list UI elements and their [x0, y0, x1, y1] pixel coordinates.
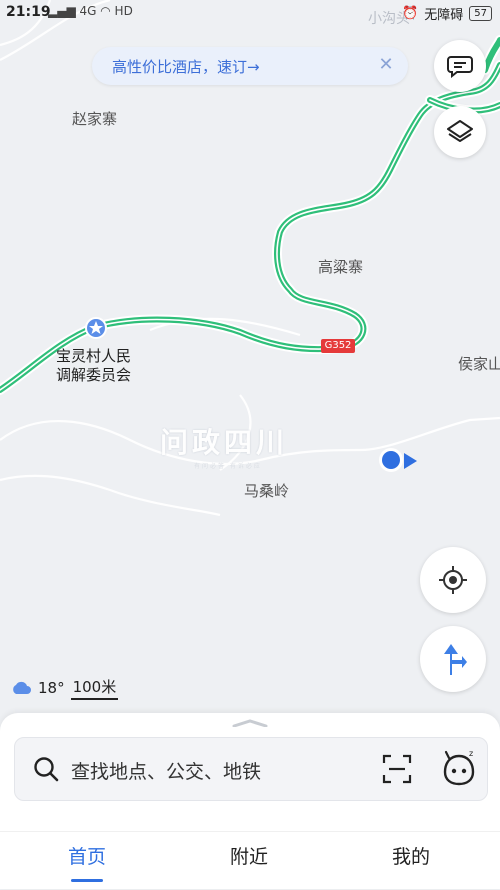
- tab-home[interactable]: 首页: [37, 842, 137, 869]
- signal-icon: ▂▄▆ 4G ◠ HD: [48, 4, 133, 18]
- alarm-icon: ⏰: [402, 6, 419, 21]
- accessibility-label: 无障碍: [424, 8, 464, 23]
- navigate-icon: [444, 644, 467, 675]
- scale-bar: 100米: [70, 676, 119, 700]
- locate-icon: [439, 566, 467, 594]
- current-location-marker: [379, 448, 417, 472]
- tab-mine[interactable]: 我的: [361, 842, 461, 869]
- locate-button[interactable]: [420, 547, 486, 613]
- bottom-tab-bar: 首页 附近 我的: [0, 831, 500, 890]
- bottom-sheet[interactable]: 查找地点、公交、地铁 z 首页 附近 我的: [0, 713, 500, 889]
- poi-marker: [85, 317, 107, 339]
- place-label-baoling-line2: 调解委员会: [56, 366, 132, 384]
- weather-scale-row: 18° 100米: [10, 676, 119, 700]
- status-bar: 21:19 ▂▄▆ 4G ◠ HD ⏰ 无障碍 57: [0, 0, 500, 28]
- status-time: 21:19: [6, 4, 51, 20]
- tab-nearby[interactable]: 附近: [199, 842, 299, 869]
- hd-label: HD: [114, 4, 133, 18]
- message-icon: [447, 56, 473, 78]
- watermark-logo: 问政四川 有问必答 有诉必应: [160, 421, 288, 470]
- network-label: 4G: [79, 4, 97, 18]
- layers-icon: [447, 120, 473, 142]
- place-label-houjiashan: 侯家山: [458, 355, 500, 373]
- place-label-masangling: 马桑岭: [244, 482, 290, 500]
- svg-text:z: z: [469, 749, 473, 758]
- search-icon: [34, 757, 59, 782]
- search-placeholder: 查找地点、公交、地铁: [71, 761, 262, 783]
- battery-icon: 57: [469, 6, 492, 21]
- place-label-zhaojiazhai: 赵家寨: [72, 110, 118, 128]
- navigate-button[interactable]: [420, 626, 486, 692]
- message-button[interactable]: [434, 40, 486, 92]
- hotel-promo-banner[interactable]: 高性价比酒店，速订→ ✕: [92, 47, 408, 85]
- place-label-baoling[interactable]: 宝灵村人民 调解委员会: [56, 347, 131, 385]
- place-label-baoling-line1: 宝灵村人民: [56, 347, 132, 365]
- tab-active-indicator: [71, 879, 103, 882]
- chevron-up-icon[interactable]: [232, 719, 268, 727]
- cloud-icon: [13, 681, 31, 694]
- watermark-subtitle: 有问必答 有诉必应: [194, 463, 262, 470]
- assistant-icon[interactable]: z: [439, 748, 479, 788]
- close-icon[interactable]: ✕: [376, 55, 396, 75]
- search-input[interactable]: 查找地点、公交、地铁 z: [14, 737, 488, 801]
- scan-icon[interactable]: [382, 754, 412, 784]
- promo-text[interactable]: 高性价比酒店，速订→: [112, 56, 260, 77]
- route-shield-g352: G352: [321, 339, 355, 353]
- temperature: 18°: [38, 679, 65, 697]
- layers-button[interactable]: [434, 106, 486, 158]
- place-label-gaoliangzhai: 高粱寨: [318, 258, 364, 276]
- watermark-title: 问政四川: [160, 426, 289, 459]
